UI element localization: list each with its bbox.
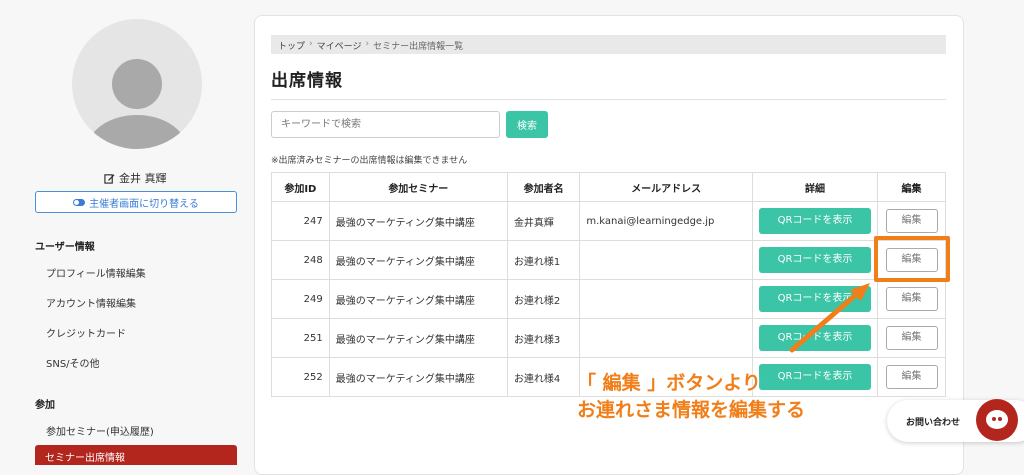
annotation-line-1: 「 編集 」ボタンより (577, 372, 761, 394)
annotation-arrow (789, 283, 870, 353)
annotation-line-2: お連れさま情報を編集する (577, 399, 806, 421)
chat-icon[interactable] (976, 399, 1018, 441)
